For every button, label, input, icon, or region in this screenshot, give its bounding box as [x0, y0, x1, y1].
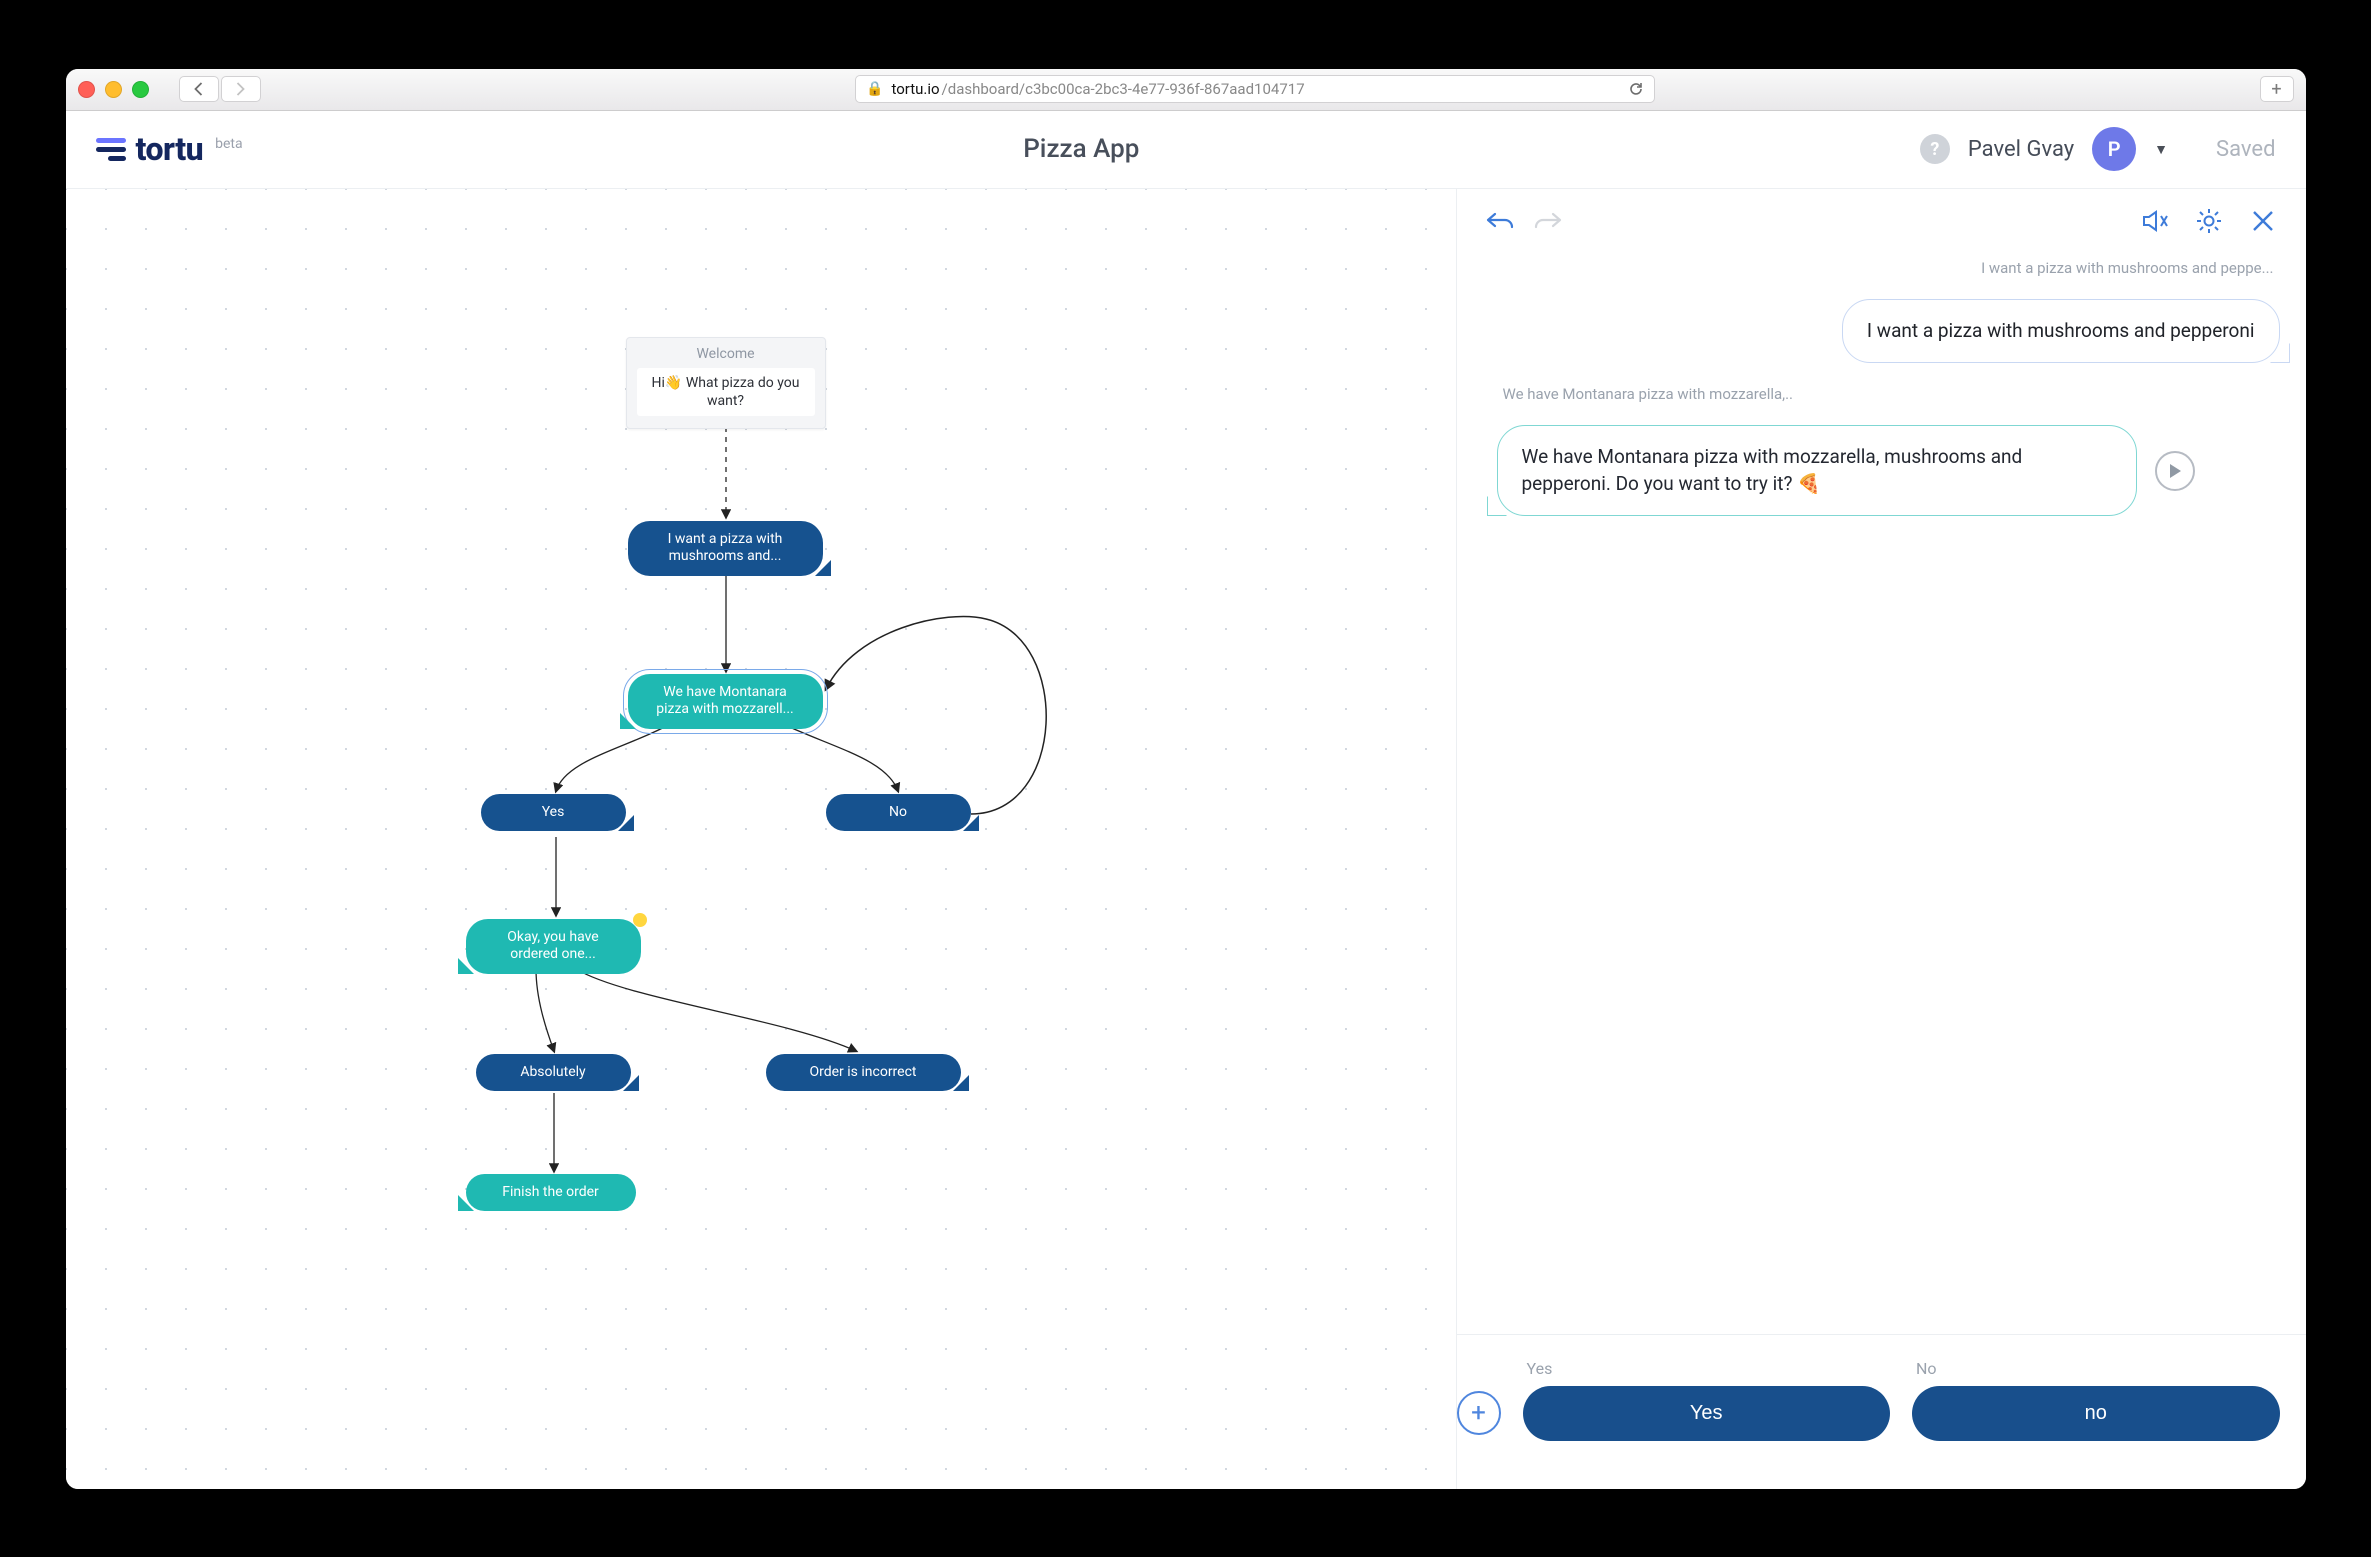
message-text: I want a pizza with mushrooms and pepper…: [1867, 319, 2255, 342]
node-text: Yes: [542, 804, 565, 820]
node-text: Okay, you have ordered one...: [507, 929, 598, 963]
node-text: Absolutely: [520, 1064, 585, 1080]
logo-icon: [96, 138, 126, 161]
window-minimize-icon[interactable]: [105, 81, 122, 98]
user-context-hint: I want a pizza with mushrooms and peppe.…: [1497, 259, 2280, 277]
close-icon: [2251, 209, 2275, 233]
welcome-header: Welcome: [637, 346, 815, 362]
bot-context-hint: We have Montanara pizza with mozzarella,…: [1497, 385, 2280, 403]
undo-button[interactable]: [1483, 204, 1517, 238]
gear-icon: [2195, 207, 2223, 235]
preview-panel: I want a pizza with mushrooms and peppe.…: [1456, 189, 2306, 1489]
warning-dot-icon: [633, 913, 647, 927]
flow-node-welcome[interactable]: Welcome Hi👋 What pizza do you want?: [626, 337, 826, 429]
new-tab-button[interactable]: +: [2260, 76, 2294, 102]
flow-node-absolutely[interactable]: Absolutely: [476, 1054, 631, 1092]
app-header: tortu beta Pizza App ? Pavel Gvay P ▼ Sa…: [66, 111, 2306, 189]
app-title: Pizza App: [243, 134, 1920, 164]
message-text: We have Montanara pizza with mozzarella,…: [1522, 445, 2023, 495]
redo-button[interactable]: [1531, 204, 1565, 238]
url-host: tortu.io: [891, 80, 939, 98]
play-icon: [2168, 463, 2182, 479]
flow-node-yes[interactable]: Yes: [481, 794, 626, 832]
chevron-down-icon[interactable]: ▼: [2154, 141, 2168, 158]
browser-toolbar: 🔒 tortu.io /dashboard/c3bc00ca-2bc3-4e77…: [66, 69, 2306, 111]
refresh-icon[interactable]: [1628, 81, 1644, 97]
node-text: No: [889, 804, 907, 820]
help-button[interactable]: ?: [1920, 134, 1950, 164]
url-path: /dashboard/c3bc00ca-2bc3-4e77-936f-867aa…: [942, 80, 1305, 98]
flow-canvas[interactable]: Welcome Hi👋 What pizza do you want? I wa…: [66, 189, 1456, 1489]
close-panel-button[interactable]: [2246, 204, 2280, 238]
brand-name: tortu: [136, 130, 204, 168]
node-text: Finish the order: [502, 1184, 599, 1200]
beta-badge: beta: [215, 136, 242, 152]
flow-node-bot-offer[interactable]: We have Montanara pizza with mozzarell..…: [628, 674, 823, 729]
chevron-left-icon: [193, 81, 204, 97]
window-close-icon[interactable]: [78, 81, 95, 98]
flow-node-confirm[interactable]: Okay, you have ordered one...: [466, 919, 641, 974]
choice-button-no[interactable]: no: [1912, 1386, 2280, 1441]
traffic-lights: [78, 81, 149, 98]
node-text: Order is incorrect: [809, 1064, 916, 1080]
settings-button[interactable]: [2192, 204, 2226, 238]
add-choice-button[interactable]: +: [1457, 1391, 1501, 1435]
flow-node-incorrect[interactable]: Order is incorrect: [766, 1054, 961, 1092]
browser-back-button[interactable]: [179, 76, 219, 102]
user-name: Pavel Gvay: [1968, 137, 2074, 162]
window-zoom-icon[interactable]: [132, 81, 149, 98]
chevron-right-icon: [235, 81, 246, 97]
play-audio-button[interactable]: [2155, 451, 2195, 491]
choice-button-yes[interactable]: Yes: [1523, 1386, 1891, 1441]
welcome-message: Hi👋 What pizza do you want?: [637, 368, 815, 416]
brand-logo[interactable]: tortu beta: [96, 130, 243, 168]
mute-button[interactable]: [2138, 204, 2172, 238]
chat-message-user: I want a pizza with mushrooms and pepper…: [1842, 299, 2280, 364]
save-status: Saved: [2216, 137, 2275, 162]
panel-footer: + Yes Yes No no: [1457, 1334, 2306, 1489]
avatar[interactable]: P: [2092, 127, 2136, 171]
flow-node-finish[interactable]: Finish the order: [466, 1174, 636, 1212]
choice-label-yes: Yes: [1523, 1359, 1891, 1378]
flow-node-no[interactable]: No: [826, 794, 971, 832]
browser-window: 🔒 tortu.io /dashboard/c3bc00ca-2bc3-4e77…: [66, 69, 2306, 1489]
browser-forward-button[interactable]: [221, 76, 261, 102]
panel-toolbar: [1457, 189, 2306, 253]
address-bar[interactable]: 🔒 tortu.io /dashboard/c3bc00ca-2bc3-4e77…: [855, 75, 1655, 103]
flow-node-user-request[interactable]: I want a pizza with mushrooms and...: [628, 521, 823, 576]
choice-label-no: No: [1912, 1359, 2280, 1378]
node-text: I want a pizza with mushrooms and...: [668, 531, 783, 565]
chat-message-bot: We have Montanara pizza with mozzarella,…: [1497, 425, 2137, 516]
node-text: We have Montanara pizza with mozzarell..…: [656, 684, 794, 718]
lock-icon: 🔒: [866, 81, 883, 97]
